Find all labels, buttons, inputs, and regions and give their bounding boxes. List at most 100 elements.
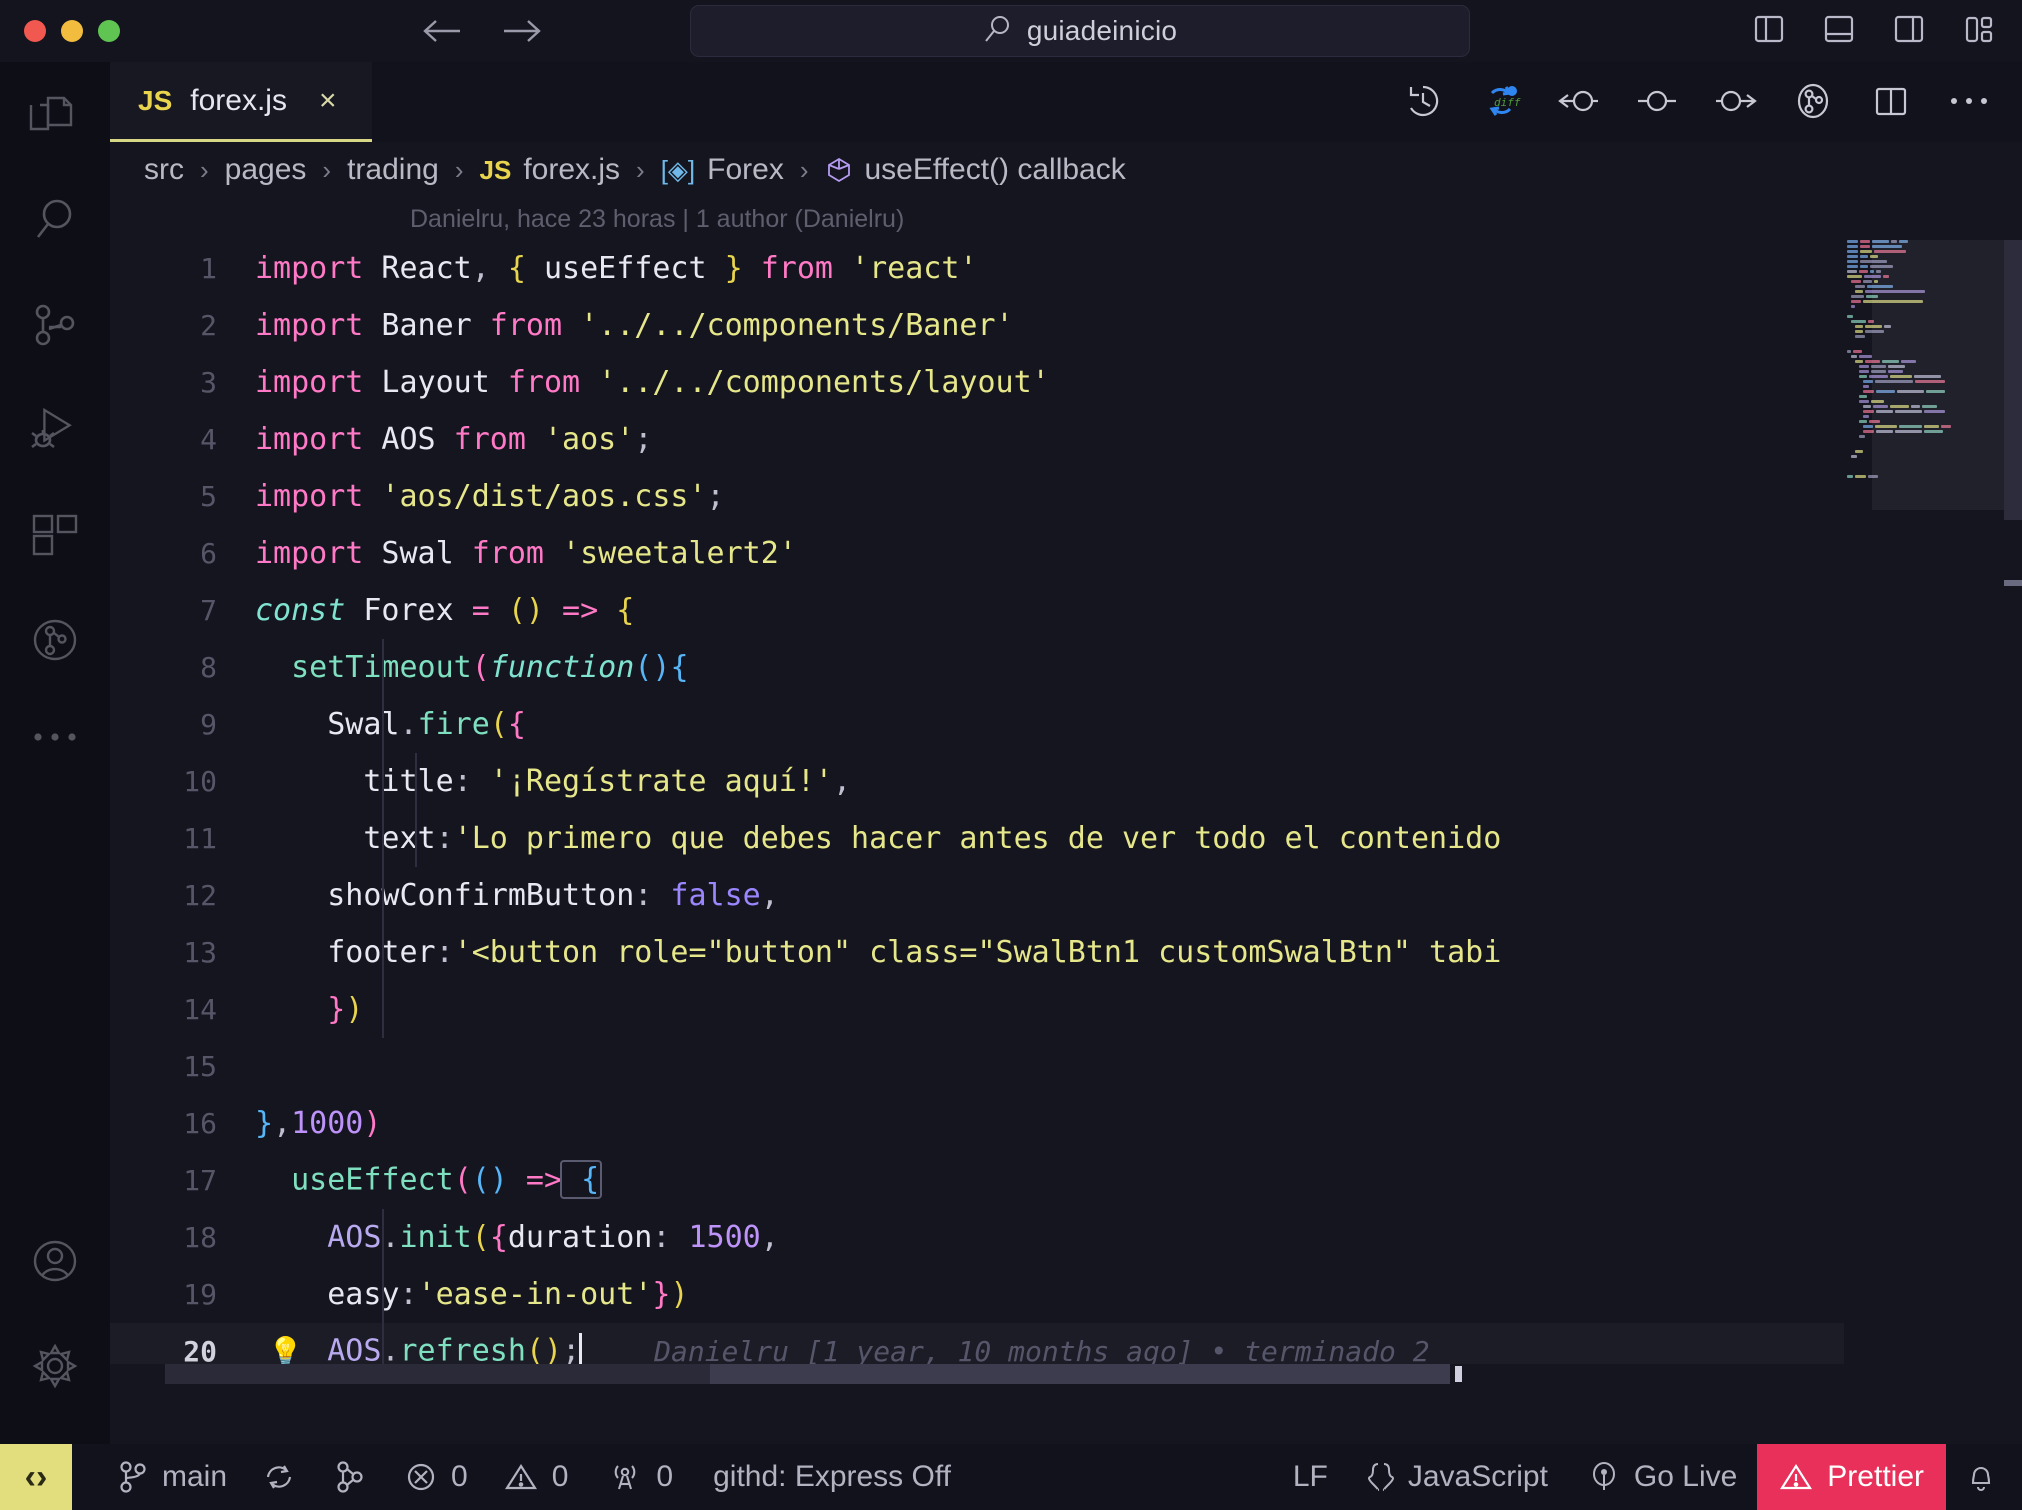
minimap-slider[interactable]	[1872, 240, 2004, 510]
code-line[interactable]: 19 easy:'ease-in-out'})	[110, 1266, 1900, 1323]
breadcrumb-item-trading[interactable]: trading	[345, 153, 441, 187]
minimap[interactable]	[1844, 240, 2004, 1384]
code-line[interactable]: 16},1000)	[110, 1095, 1900, 1152]
code-line[interactable]: 3 import Layout from '../../components/la…	[110, 354, 1900, 411]
source-control-icon[interactable]	[0, 272, 110, 377]
horizontal-scrollbar[interactable]	[110, 1364, 2022, 1384]
status-prettier[interactable]: Prettier	[1757, 1444, 1946, 1510]
current-change-icon[interactable]	[1634, 78, 1680, 124]
previous-change-icon[interactable]	[1556, 78, 1602, 124]
activity-bar	[0, 62, 110, 1444]
arrow-left-icon[interactable]	[420, 15, 462, 47]
breadcrumb-item-forex-js[interactable]: JS forex.js	[478, 153, 623, 187]
remote-window-icon[interactable]: ‹›	[0, 1444, 72, 1510]
code-line[interactable]: 15	[110, 1038, 1900, 1095]
js-file-icon: JS	[479, 154, 512, 185]
scrollbar-thumb[interactable]	[710, 1364, 1450, 1384]
code-line[interactable]: 9 Swal.fire({	[110, 696, 1900, 753]
git-blame-toggle-icon[interactable]	[1790, 78, 1836, 124]
code-line[interactable]: 13 footer:'<button role="button" class="…	[110, 924, 1900, 981]
breadcrumb-label: forex.js	[523, 153, 621, 186]
tab-forex-js[interactable]: JS forex.js ×	[110, 62, 372, 142]
more-icon[interactable]	[0, 692, 110, 782]
toggle-panel-icon[interactable]	[1818, 8, 1860, 50]
close-window-button[interactable]	[24, 20, 46, 42]
breadcrumb-item-pages[interactable]: pages	[223, 153, 309, 187]
broadcast-icon	[1588, 1460, 1620, 1494]
minimize-window-button[interactable]	[61, 20, 83, 42]
code-line[interactable]: 18 AOS.init({duration: 1500,	[110, 1209, 1900, 1266]
breadcrumb-item-useeffect-callback[interactable]: useEffect() callback	[823, 153, 1128, 187]
code-text: useEffect(() => {	[255, 1160, 603, 1199]
breadcrumb-separator-icon: ›	[454, 154, 464, 185]
status-ports[interactable]: 0	[588, 1444, 693, 1510]
layout-controls	[1748, 8, 2000, 50]
code-line[interactable]: 1 import React, { useEffect } from 'react…	[110, 240, 1900, 297]
sync-icon[interactable]	[263, 1461, 295, 1493]
scrollbar-decoration	[1455, 1366, 1462, 1382]
code-line[interactable]: 10 title: '¡Regístrate aquí!',	[110, 753, 1900, 810]
symbol-variable-icon: [◈]	[660, 154, 696, 185]
toggle-secondary-sidebar-icon[interactable]	[1888, 8, 1930, 50]
breadcrumb-item-src[interactable]: src	[142, 153, 186, 187]
status-language-label: JavaScript	[1407, 1460, 1548, 1493]
code-line[interactable]: 2 import Baner from '../../components/Ban…	[110, 297, 1900, 354]
explorer-icon[interactable]	[0, 62, 110, 167]
code-line[interactable]: 17 useEffect(() => {	[110, 1152, 1900, 1209]
scrollbar-thumb[interactable]	[2004, 240, 2022, 520]
close-icon[interactable]: ×	[319, 84, 337, 118]
line-number: 6	[200, 537, 217, 570]
code-line[interactable]: 6 import Swal from 'sweetalert2'	[110, 525, 1900, 582]
next-change-icon[interactable]	[1712, 78, 1758, 124]
status-notifications[interactable]	[1946, 1444, 2022, 1510]
timeline-history-icon[interactable]	[1400, 78, 1446, 124]
status-go-live[interactable]: Go Live	[1568, 1444, 1757, 1510]
indent-guide	[382, 639, 384, 696]
status-eol[interactable]: LF	[1273, 1444, 1348, 1510]
command-center-search[interactable]: guiadeinicio	[690, 5, 1470, 57]
code-text: import AOS from 'aos';	[255, 422, 653, 457]
code-editor[interactable]: 1 import React, { useEffect } from 'react…	[110, 240, 2022, 1384]
code-line[interactable]: 7 const Forex = () => {	[110, 582, 1900, 639]
git-diff-icon[interactable]: diff	[1478, 78, 1524, 124]
code-line[interactable]: 12 showConfirmButton: false,	[110, 867, 1900, 924]
maximize-window-button[interactable]	[98, 20, 120, 42]
extensions-icon[interactable]	[0, 482, 110, 587]
toggle-primary-sidebar-icon[interactable]	[1748, 8, 1790, 50]
vertical-scrollbar[interactable]	[2004, 240, 2022, 1384]
breadcrumb-separator-icon: ›	[636, 154, 645, 185]
error-circle-icon	[405, 1461, 437, 1493]
split-editor-icon[interactable]	[1868, 78, 1914, 124]
tab-bar: JS forex.js × diff	[110, 62, 2022, 142]
indent-guide	[382, 867, 384, 924]
line-number: 8	[200, 651, 217, 684]
search-query-text: guiadeinicio	[1026, 15, 1178, 46]
code-line[interactable]: 5 import 'aos/dist/aos.css';	[110, 468, 1900, 525]
customize-layout-icon[interactable]	[1958, 8, 2000, 50]
code-line[interactable]: 14 })	[110, 981, 1900, 1038]
status-language[interactable]: JavaScript	[1348, 1444, 1568, 1510]
search-icon	[983, 14, 1013, 49]
code-text: import React, { useEffect } from 'react'	[255, 251, 978, 286]
code-text: showConfirmButton: false,	[255, 878, 779, 913]
code-line[interactable]: 4 import AOS from 'aos';	[110, 411, 1900, 468]
arrow-right-icon[interactable]	[502, 15, 544, 47]
status-git-fork[interactable]	[315, 1444, 385, 1510]
line-number: 4	[200, 423, 217, 456]
run-and-debug-icon[interactable]	[0, 377, 110, 482]
status-errors[interactable]: 0 0	[385, 1444, 588, 1510]
code-line[interactable]: 11 text:'Lo primero que debes hacer ante…	[110, 810, 1900, 867]
search-icon[interactable]	[0, 167, 110, 272]
scrollbar-decoration	[2004, 580, 2022, 586]
settings-gear-icon[interactable]	[0, 1313, 110, 1418]
breadcrumb-item-forex-symbol[interactable]: [◈] Forex	[659, 153, 786, 187]
git-graph-icon[interactable]	[0, 587, 110, 692]
line-number: 1	[200, 252, 217, 285]
more-actions-icon[interactable]	[1946, 78, 1992, 124]
code-text: })	[255, 992, 364, 1027]
status-githd[interactable]: githd: Express Off	[693, 1444, 971, 1510]
accounts-icon[interactable]	[0, 1208, 110, 1313]
line-number: 12	[183, 879, 217, 912]
code-line[interactable]: 8 setTimeout(function(){	[110, 639, 1900, 696]
status-branch[interactable]: main	[98, 1444, 315, 1510]
